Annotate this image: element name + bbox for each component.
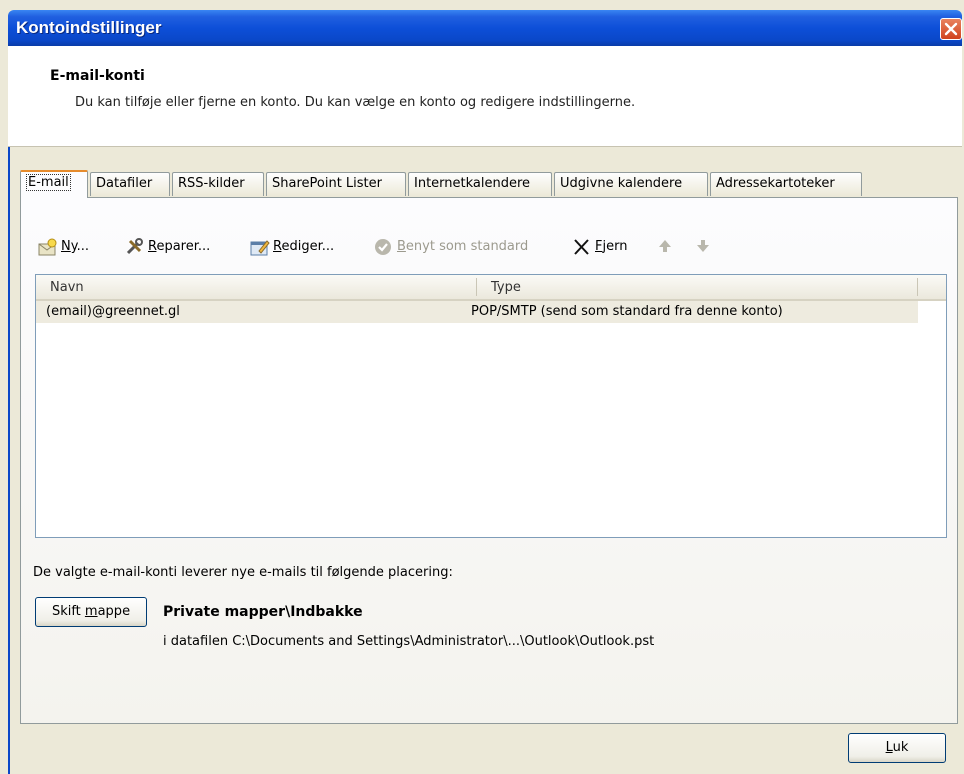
- repair-label: Reparer...: [148, 239, 211, 254]
- checkmark-icon: [375, 239, 391, 255]
- close-label-key: L: [885, 740, 893, 755]
- new-account-label: Ny...: [61, 239, 89, 254]
- new-account-button[interactable]: Ny...: [37, 236, 111, 258]
- header-subtitle: Du kan tilføje eller fjerne en konto. Du…: [75, 95, 636, 110]
- arrow-up-icon: [659, 240, 671, 252]
- tab-internet-calendars[interactable]: Internetkalendere: [408, 172, 552, 196]
- delivery-description: De valgte e-mail-konti leverer nye e-mai…: [33, 565, 453, 580]
- change-folder-label-rest: appe: [97, 604, 131, 619]
- change-folder-button[interactable]: Skift mappe: [35, 597, 147, 627]
- tab-datafiles[interactable]: Datafiler: [90, 172, 170, 196]
- account-type-cell: POP/SMTP (send som standard fra denne ko…: [471, 304, 783, 319]
- tab-rss-feeds[interactable]: RSS-kilder: [172, 172, 264, 196]
- delivery-location-title: Private mapper\Indbakke: [163, 604, 363, 620]
- set-default-button[interactable]: Benyt som standard: [373, 236, 553, 258]
- tab-email[interactable]: E-mail: [20, 170, 88, 198]
- edit-account-label: Rediger...: [273, 239, 335, 254]
- column-divider[interactable]: [476, 278, 477, 296]
- tab-sharepoint-lists[interactable]: SharePoint Lister: [266, 172, 406, 196]
- change-folder-label-prefix: Skift: [51, 604, 85, 619]
- edit-account-button[interactable]: Rediger...: [249, 236, 359, 258]
- edit-account-icon: [250, 240, 270, 256]
- tab-address-books[interactable]: Adressekartoteker: [710, 172, 862, 196]
- window-frame: [8, 46, 10, 774]
- column-header-name[interactable]: Navn: [50, 280, 84, 295]
- repair-button[interactable]: Reparer...: [124, 236, 236, 258]
- email-tab-panel: Ny... Reparer... Rediger... Benyt som st…: [20, 197, 958, 724]
- close-x-icon: [574, 239, 589, 255]
- list-header-filler: [918, 275, 946, 301]
- close-button[interactable]: Luk: [848, 733, 946, 763]
- account-settings-window: Kontoindstillinger E-mail-konti Du kan t…: [8, 10, 962, 774]
- remove-account-button[interactable]: Fjern: [571, 236, 641, 258]
- close-icon: [944, 22, 958, 36]
- account-list[interactable]: Navn Type (email)@greennet.gl POP/SMTP (…: [35, 274, 947, 538]
- tab-published-calendars[interactable]: Udgivne kalendere: [554, 172, 708, 196]
- delivery-location-path: i datafilen C:\Documents and Settings\Ad…: [163, 634, 655, 649]
- window-close-button[interactable]: [940, 18, 962, 40]
- move-up-button[interactable]: [657, 236, 675, 258]
- window-title: Kontoindstillinger: [16, 18, 162, 37]
- table-row[interactable]: (email)@greennet.gl POP/SMTP (send som s…: [36, 301, 918, 323]
- close-label-rest: uk: [892, 740, 909, 755]
- dialog-header: E-mail-konti Du kan tilføje eller fjerne…: [8, 46, 962, 147]
- change-folder-label-key: m: [84, 604, 98, 619]
- arrow-down-icon: [697, 240, 709, 252]
- move-down-button[interactable]: [695, 236, 713, 258]
- new-account-icon: [38, 238, 57, 256]
- set-default-label: Benyt som standard: [397, 239, 529, 254]
- header-title: E-mail-konti: [50, 68, 145, 84]
- account-name-cell: (email)@greennet.gl: [46, 304, 180, 319]
- tab-email-label: E-mail: [26, 174, 71, 191]
- column-header-type[interactable]: Type: [491, 280, 521, 295]
- repair-tools-icon: [126, 238, 143, 255]
- title-bar[interactable]: Kontoindstillinger: [8, 10, 962, 46]
- remove-account-label: Fjern: [595, 239, 628, 254]
- list-header: Navn Type: [36, 275, 918, 301]
